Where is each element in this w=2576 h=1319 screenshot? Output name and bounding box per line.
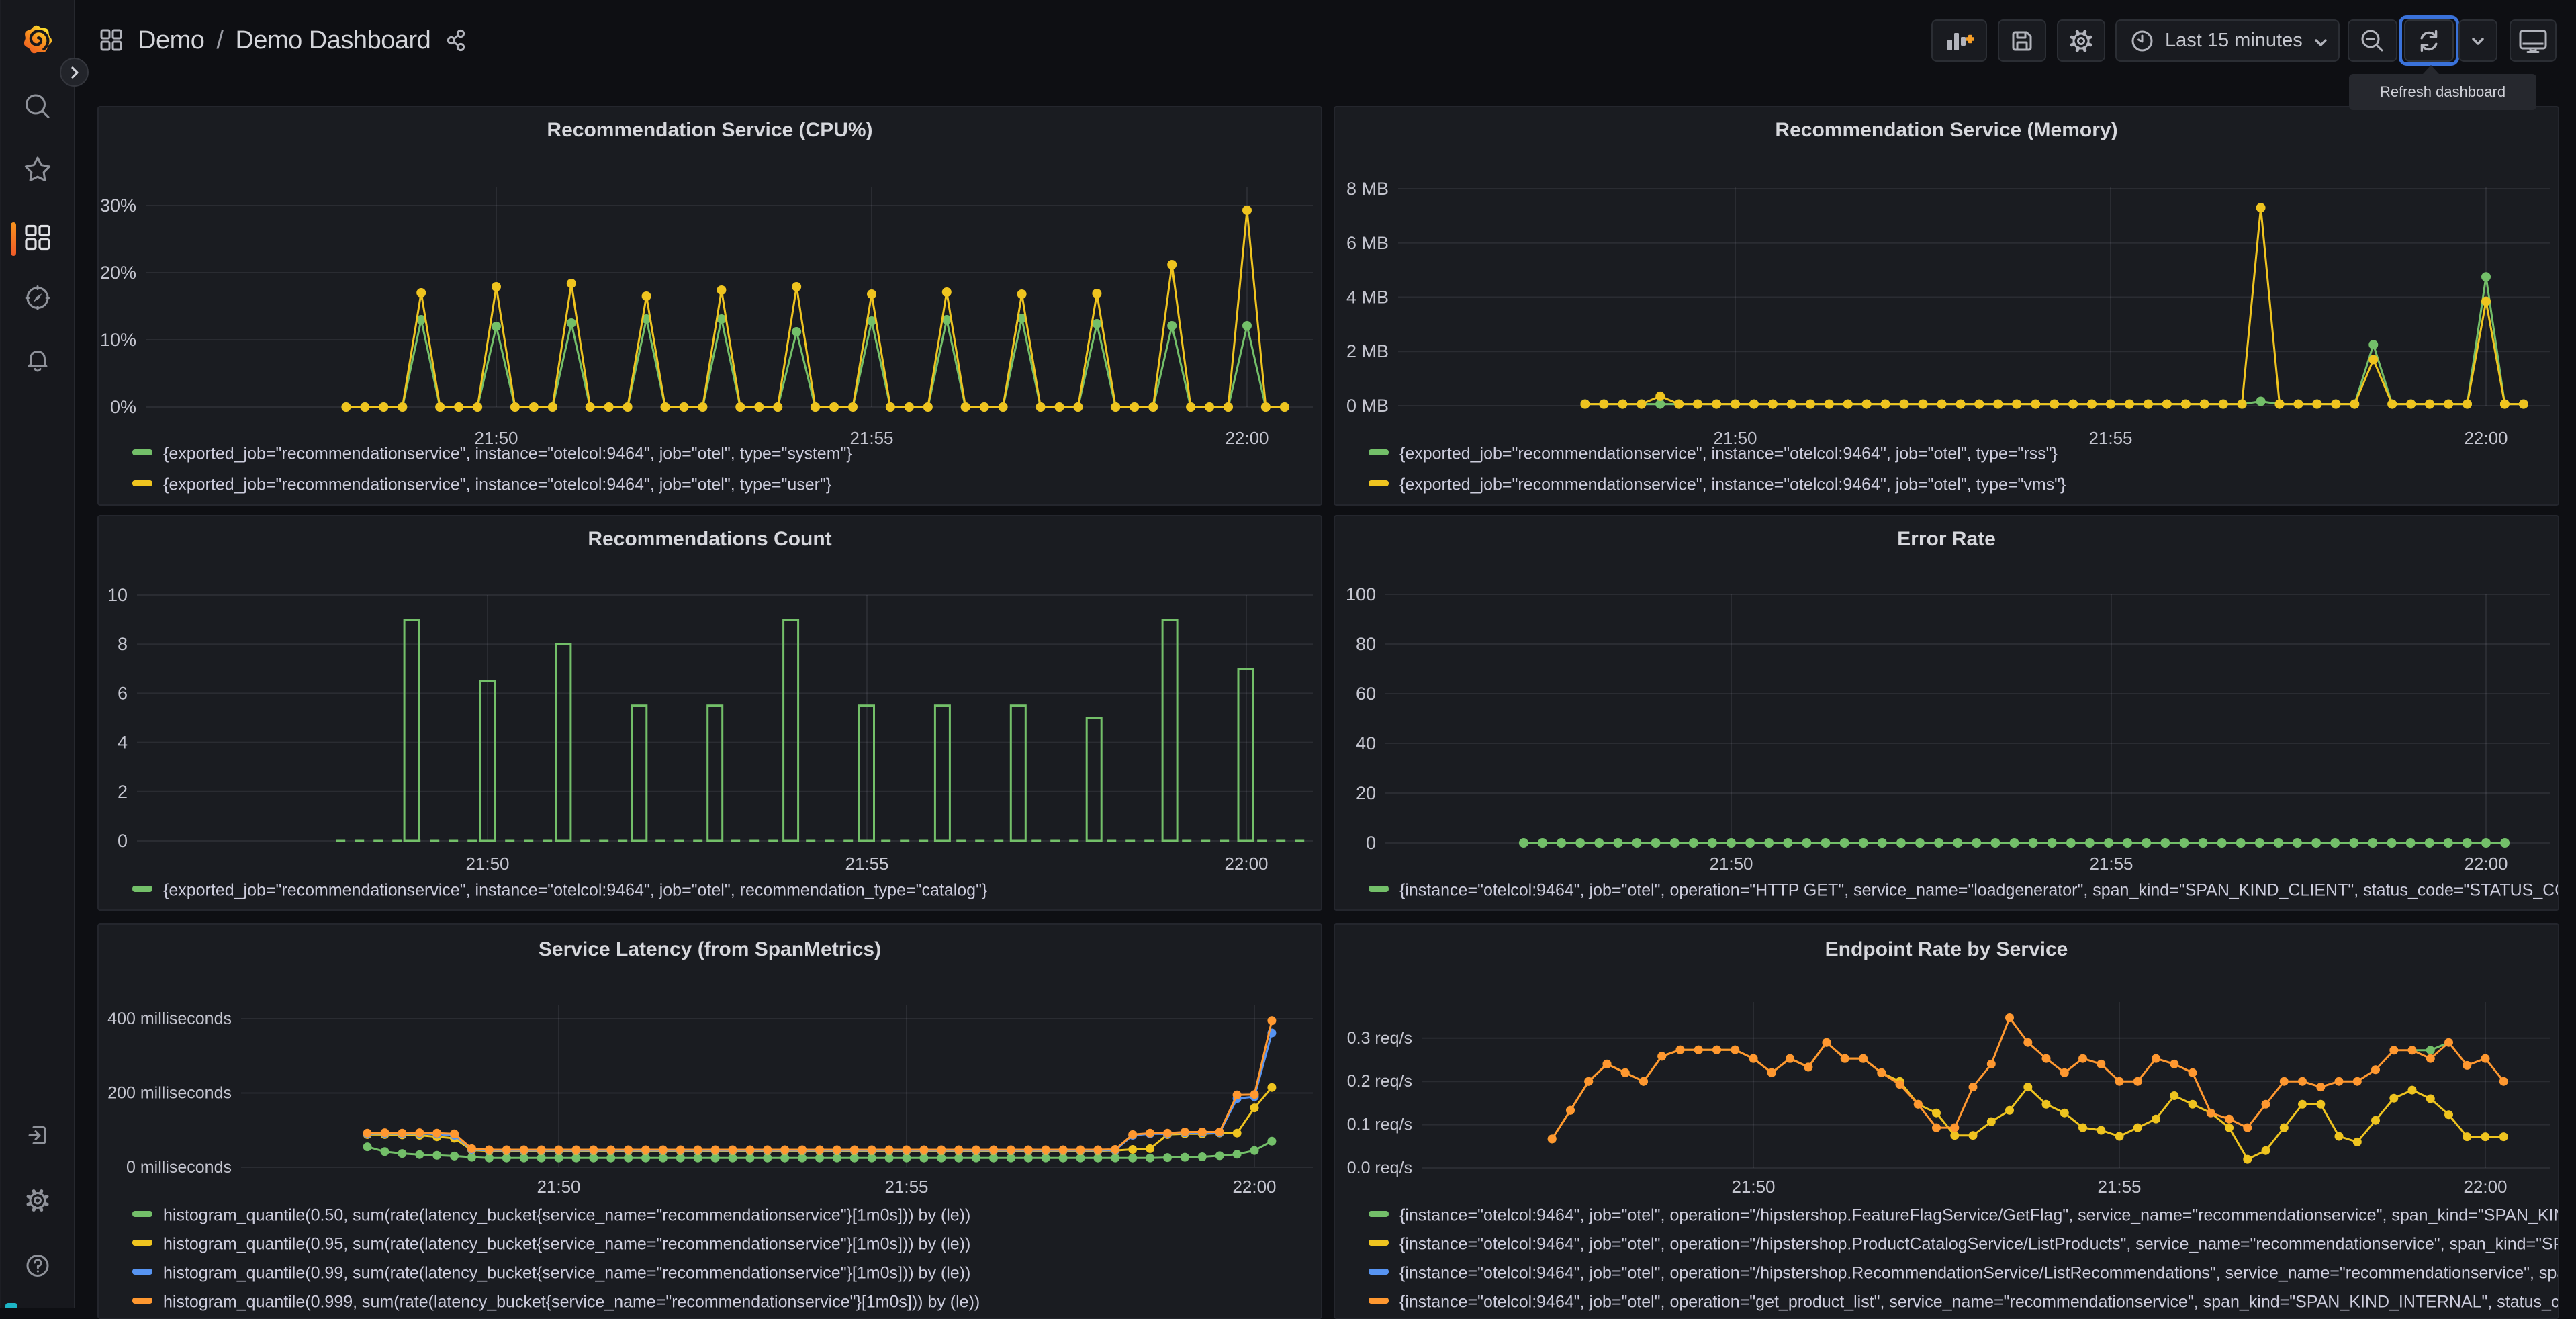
svg-text:21:50: 21:50 [537, 1177, 580, 1197]
svg-text:10%: 10% [100, 330, 136, 350]
svg-text:4: 4 [118, 733, 128, 753]
svg-text:2 MB: 2 MB [1346, 341, 1389, 361]
svg-text:0.0 req/s: 0.0 req/s [1347, 1158, 1412, 1177]
svg-text:21:55: 21:55 [845, 854, 888, 874]
svg-text:21:55: 21:55 [884, 1177, 928, 1197]
svg-text:21:55: 21:55 [2089, 854, 2133, 874]
svg-text:60: 60 [1356, 684, 1376, 704]
svg-text:30%: 30% [100, 195, 136, 216]
svg-text:21:55: 21:55 [2088, 428, 2132, 448]
svg-text:21:55: 21:55 [849, 428, 893, 448]
svg-text:0: 0 [118, 831, 128, 851]
svg-text:0.3 req/s: 0.3 req/s [1347, 1029, 1412, 1048]
svg-text:21:55: 21:55 [2097, 1177, 2141, 1197]
svg-text:400 milliseconds: 400 milliseconds [107, 1009, 232, 1028]
svg-text:0 MB: 0 MB [1346, 396, 1389, 416]
svg-text:10: 10 [107, 585, 128, 605]
svg-text:21:50: 21:50 [465, 854, 509, 874]
svg-text:0.2 req/s: 0.2 req/s [1347, 1072, 1412, 1091]
svg-text:22:00: 22:00 [2463, 1177, 2507, 1197]
svg-text:6: 6 [118, 683, 128, 703]
svg-text:22:00: 22:00 [1224, 854, 1268, 874]
svg-text:22:00: 22:00 [2464, 854, 2508, 874]
svg-text:8: 8 [118, 634, 128, 654]
svg-text:20: 20 [1356, 783, 1376, 803]
svg-text:22:00: 22:00 [1232, 1177, 1276, 1197]
svg-text:21:50: 21:50 [1709, 854, 1753, 874]
svg-text:80: 80 [1356, 634, 1376, 654]
svg-text:2: 2 [118, 782, 128, 802]
svg-text:0.1 req/s: 0.1 req/s [1347, 1116, 1412, 1134]
svg-text:21:50: 21:50 [1731, 1177, 1775, 1197]
svg-text:0 milliseconds: 0 milliseconds [126, 1158, 232, 1177]
svg-text:4 MB: 4 MB [1346, 287, 1389, 308]
svg-text:200 milliseconds: 200 milliseconds [107, 1084, 232, 1103]
svg-text:22:00: 22:00 [1225, 428, 1269, 448]
svg-text:20%: 20% [100, 263, 136, 283]
svg-text:100: 100 [1346, 584, 1376, 604]
svg-text:0: 0 [1366, 833, 1376, 853]
svg-text:22:00: 22:00 [2464, 428, 2508, 448]
svg-text:6 MB: 6 MB [1346, 233, 1389, 253]
svg-text:0%: 0% [110, 397, 136, 417]
svg-text:8 MB: 8 MB [1346, 179, 1389, 199]
svg-text:40: 40 [1356, 733, 1376, 754]
